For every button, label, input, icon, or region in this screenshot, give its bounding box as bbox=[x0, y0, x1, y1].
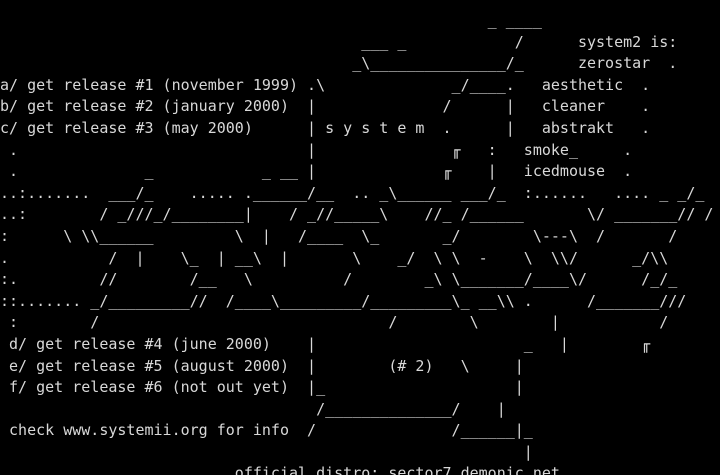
ansi-line-08: . _ _ __ | ╓ | icedmouse . bbox=[0, 162, 633, 181]
terminal-screen: _ ____ ___ _ / system2 is: _\___________… bbox=[0, 0, 720, 475]
logo-line-3: : \ \\______ \ | /____ \_ _/ \---\ / / bbox=[0, 226, 678, 245]
info-line: check www.systemii.org for info / /_____… bbox=[0, 421, 533, 440]
ansi-line-19: /______________/ | bbox=[0, 399, 506, 418]
logo-line-4: . / | \_ | __\ | \ _/ \ \ - \ \\/ _/\\ bbox=[0, 248, 669, 267]
ansi-line-07: . | ╓ : smoke_ . bbox=[0, 140, 633, 159]
logo-line-5: :. // /__ \ / _\ \_______/____\/ /_/_ bbox=[0, 270, 678, 289]
ansi-line-02: ___ _ / system2 is: bbox=[0, 32, 678, 51]
ansi-line-21: | bbox=[0, 442, 533, 461]
release-line-1: a/ get release #1 (november 1999) .\ _/_… bbox=[0, 75, 651, 94]
logo-line-2: ..: / _///_/________| / _//_____\ //_ /_… bbox=[0, 205, 714, 224]
release-line-2: b/ get release #2 (january 2000) | / | c… bbox=[0, 97, 651, 116]
ansi-line-15: : / / \ | / bbox=[0, 313, 669, 332]
distro-line: official distro; sector7.demonic.net bbox=[0, 464, 560, 475]
release-line-3: c/ get release #3 (may 2000) | s y s t e… bbox=[0, 118, 651, 137]
release-line-5: e/ get release #5 (august 2000) | (# 2) … bbox=[0, 356, 524, 375]
logo-line-1: ..:....... ___/_ ..... .______/__ .. _\_… bbox=[0, 183, 705, 202]
ansi-art: _ ____ ___ _ / system2 is: _\___________… bbox=[0, 10, 713, 475]
ansi-line-01: _ ____ bbox=[0, 11, 669, 29]
release-line-6: f/ get release #6 (not out yet) |_ | bbox=[0, 378, 524, 397]
release-line-4: d/ get release #4 (june 2000) | _ | ╓ bbox=[0, 334, 651, 353]
logo-line-6: ::....... _/_________// /____\_________/… bbox=[0, 291, 687, 310]
ansi-line-03: _\_______________/_ zerostar . bbox=[0, 54, 678, 73]
